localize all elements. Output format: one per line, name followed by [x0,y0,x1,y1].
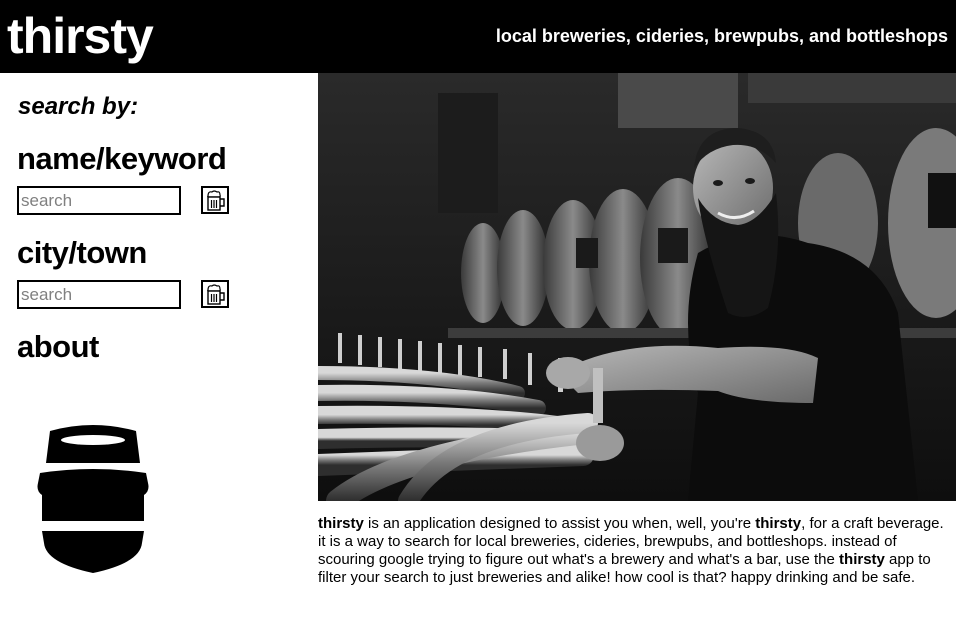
brand-name: thirsty [318,515,364,532]
site-tagline: local breweries, cideries, brewpubs, and… [495,26,948,46]
name-search-input[interactable] [17,186,181,215]
brand-name: thirsty [839,551,885,568]
beer-mug-icon [207,190,225,211]
brand-name: thirsty [755,515,802,532]
city-search-button[interactable] [201,280,229,308]
city-town-heading: city/town [17,235,147,270]
name-search-button[interactable] [201,186,229,214]
about-text-part-1: is an application designed to assist you… [363,515,756,532]
sidebar: search by: name/keyword city/town about [0,73,318,624]
about-link[interactable]: about [17,329,99,365]
name-keyword-heading: name/keyword [17,141,227,176]
beer-mug-icon [207,284,225,305]
search-by-label: search by: [18,93,139,120]
city-search-input[interactable] [17,280,181,309]
about-description: thirsty is an application designed to as… [318,515,950,587]
site-logo[interactable]: thirsty [7,6,154,66]
hero-photo [318,73,956,501]
site-header: thirsty local breweries, cideries, brewp… [0,0,956,73]
keg-icon [37,425,149,573]
